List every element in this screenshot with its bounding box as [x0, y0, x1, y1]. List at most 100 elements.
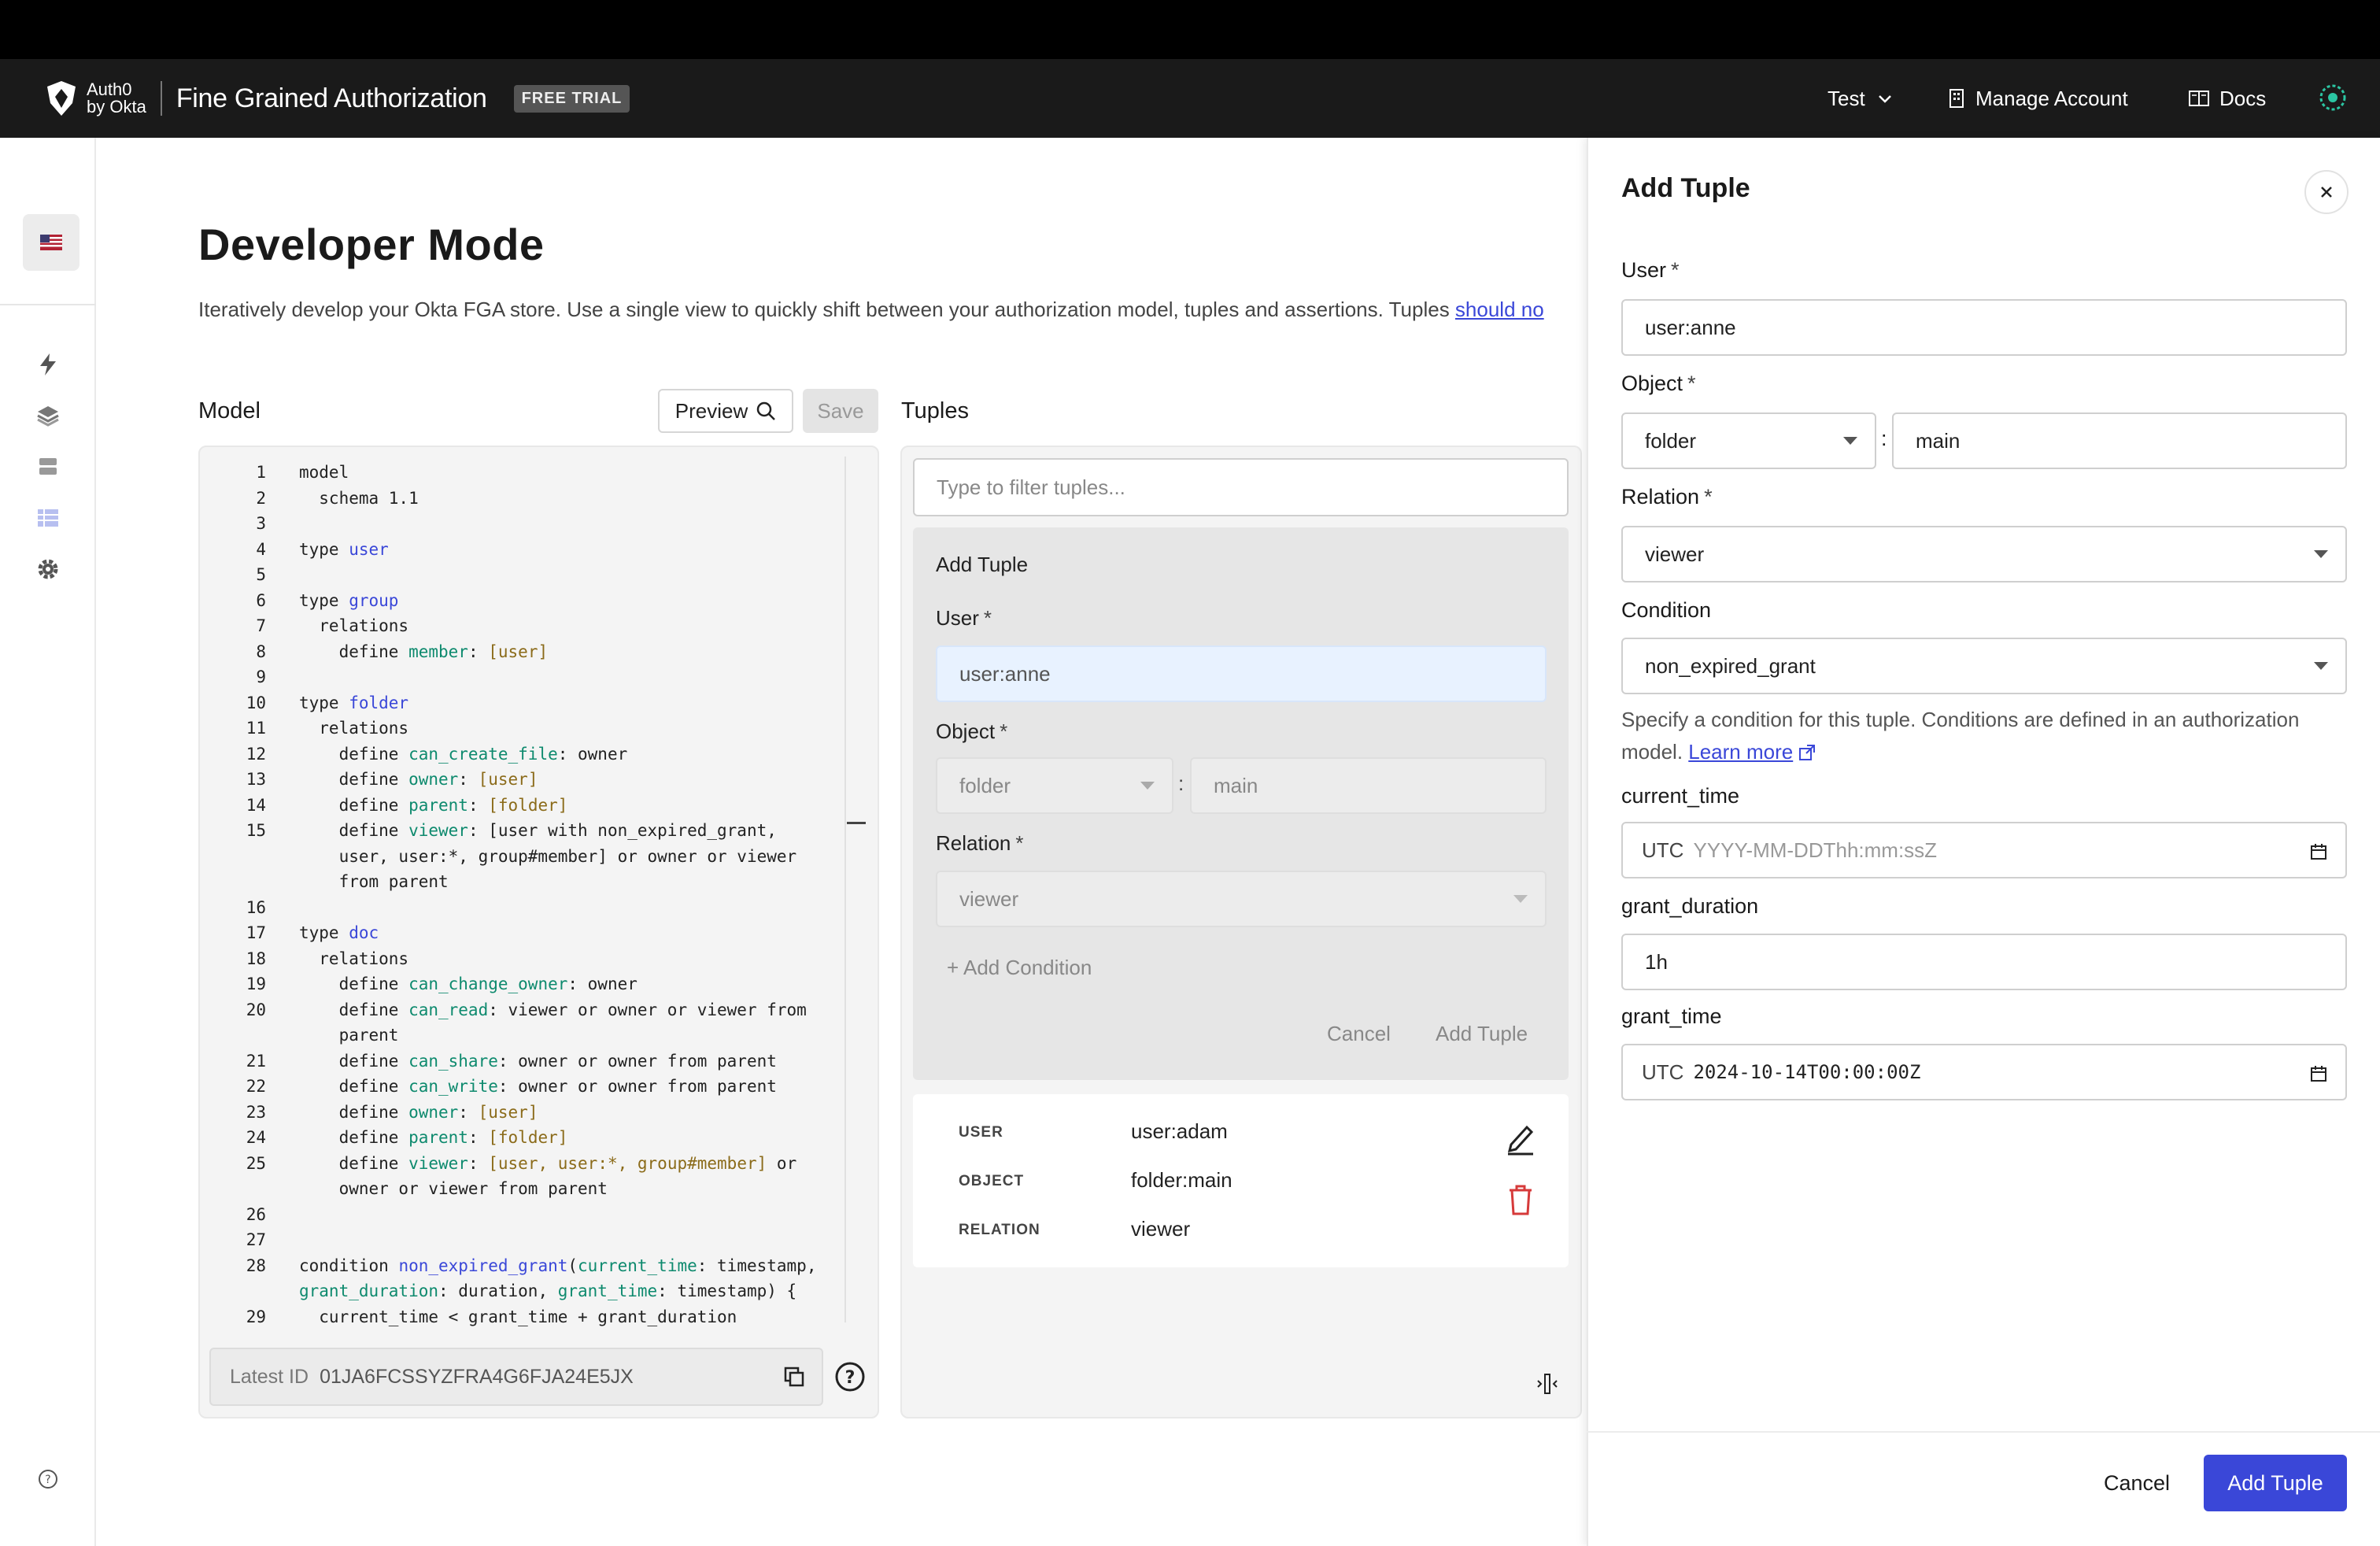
code-line[interactable]: 8 define member: [user] — [200, 639, 861, 664]
code-line[interactable]: 23 define owner: [user] — [200, 1100, 861, 1125]
edit-tuple-button[interactable] — [1505, 1121, 1536, 1160]
code-line[interactable]: 3 — [200, 511, 861, 536]
line-number: 8 — [256, 642, 266, 661]
inline-relation-select[interactable]: viewer — [936, 871, 1547, 927]
caret-down-icon — [1843, 437, 1857, 445]
condition-select[interactable]: non_expired_grant — [1621, 638, 2347, 694]
code-line[interactable]: 7 relations — [200, 613, 861, 638]
copy-id-button[interactable] — [782, 1365, 806, 1393]
drawer-add-tuple-button[interactable]: Add Tuple — [2204, 1455, 2347, 1511]
model-editor[interactable]: 1 model 2 schema 1.1 3 4 type user 5 6 type grou… — [198, 446, 879, 1418]
calendar-icon[interactable] — [2309, 842, 2328, 861]
avatar[interactable] — [2317, 82, 2349, 113]
inline-object-id-input[interactable]: main — [1190, 757, 1547, 814]
line-number: 23 — [246, 1102, 266, 1122]
code-line[interactable]: 18 relations — [200, 946, 861, 971]
save-button[interactable]: Save — [803, 389, 878, 433]
grant-duration-input[interactable]: 1h — [1621, 934, 2347, 990]
model-help-button[interactable]: ? — [834, 1361, 866, 1396]
sidebar-item-quickstart[interactable] — [35, 351, 61, 378]
code-line[interactable]: 4 type user — [200, 537, 861, 562]
delete-tuple-button[interactable] — [1506, 1182, 1535, 1221]
docs-label: Docs — [2219, 86, 2267, 110]
code-line[interactable]: 21 define can_share: owner or owner from… — [200, 1049, 861, 1074]
sidebar-item-settings[interactable] — [35, 556, 61, 583]
object-label: Object * — [1621, 372, 1696, 396]
object-separator: : — [1178, 771, 1184, 795]
code-line[interactable]: 26 — [200, 1202, 861, 1227]
close-drawer-button[interactable] — [2304, 170, 2349, 214]
editor-minimap-marker — [847, 822, 866, 824]
code-line[interactable]: user, user:*, group#member] or owner or … — [200, 844, 861, 869]
code-line[interactable]: 14 define parent: [folder] — [200, 793, 861, 818]
tuple-user-key: USER — [959, 1124, 1003, 1141]
code-line[interactable]: 24 define parent: [folder] — [200, 1125, 861, 1150]
code-line[interactable]: 12 define can_create_file: owner — [200, 742, 861, 767]
inline-relation-value: viewer — [959, 886, 1019, 911]
code-line[interactable]: from parent — [200, 869, 861, 894]
sidebar-item-model[interactable] — [35, 402, 61, 429]
code-line[interactable]: parent — [200, 1023, 861, 1048]
line-code: schema 1.1 — [299, 488, 419, 508]
object-id-input[interactable]: main — [1892, 412, 2347, 469]
line-code: type group — [299, 590, 399, 610]
tenant-selector[interactable]: Test — [1828, 79, 1894, 118]
region-flag-button[interactable] — [23, 214, 79, 271]
relation-select[interactable]: viewer — [1621, 526, 2347, 583]
sidebar-item-developer-mode[interactable] — [35, 505, 61, 531]
inline-user-input[interactable]: user:anne — [936, 645, 1547, 702]
tuple-filter-input[interactable]: Type to filter tuples... — [913, 458, 1569, 516]
code-line[interactable]: 22 define can_write: owner or owner from… — [200, 1074, 861, 1099]
code-line[interactable]: 9 — [200, 664, 861, 690]
subtitle-text: Iteratively develop your Okta FGA store.… — [198, 298, 1455, 321]
current-time-input[interactable]: UTC YYYY-MM-DDThh:mm:ssZ — [1621, 822, 2347, 878]
inline-cancel-button[interactable]: Cancel — [1327, 1022, 1391, 1046]
subtitle-link[interactable]: should no — [1455, 298, 1544, 321]
line-number: 21 — [246, 1051, 266, 1071]
object-type-value: folder — [1645, 428, 1697, 453]
code-line[interactable]: owner or viewer from parent — [200, 1176, 861, 1201]
resize-handle[interactable] — [1535, 1371, 1560, 1400]
code-line[interactable]: 25 define viewer: [user, user:*, group#m… — [200, 1151, 861, 1176]
code-line[interactable]: 16 — [200, 895, 861, 920]
object-type-select[interactable]: folder — [1621, 412, 1876, 469]
code-line[interactable]: 13 define owner: [user] — [200, 767, 861, 792]
code-line[interactable]: 1 model — [200, 460, 861, 485]
inline-object-type-select[interactable]: folder — [936, 757, 1173, 814]
sidebar-item-stores[interactable] — [35, 453, 61, 480]
grant-time-input[interactable]: UTC 2024-10-14T00:00:00Z — [1621, 1044, 2347, 1100]
code-line[interactable]: 10 type folder — [200, 690, 861, 716]
sidebar-help[interactable]: ? — [35, 1466, 61, 1492]
code-line[interactable]: grant_duration: duration, grant_time: ti… — [200, 1278, 861, 1304]
preview-button[interactable]: Preview — [658, 389, 793, 433]
tuples-heading: Tuples — [901, 398, 969, 423]
learn-more-link[interactable]: Learn more — [1688, 740, 1793, 764]
code-line[interactable]: 11 relations — [200, 716, 861, 741]
inline-add-tuple-button[interactable]: Add Tuple — [1436, 1022, 1528, 1046]
code-line[interactable]: 28 condition non_expired_grant(current_ti… — [200, 1253, 861, 1278]
code-line[interactable]: 27 — [200, 1227, 861, 1252]
docs-link[interactable]: Docs — [2188, 79, 2266, 118]
gear-icon — [38, 559, 58, 579]
grant-time-label: grant_time — [1621, 1004, 1722, 1028]
latest-id-value: 01JA6FCSSYZFRA4G6FJA24E5JX — [320, 1365, 634, 1388]
code-line[interactable]: 5 — [200, 562, 861, 587]
user-input[interactable]: user:anne — [1621, 299, 2347, 356]
editor-scrollbar[interactable] — [844, 457, 846, 1322]
code-line[interactable]: 6 type group — [200, 588, 861, 613]
code-line[interactable]: 19 define can_change_owner: owner — [200, 971, 861, 997]
code-line[interactable]: 2 schema 1.1 — [200, 486, 861, 511]
manage-account-link[interactable]: Manage Account — [1947, 79, 2128, 118]
code-line[interactable]: 29 current_time < grant_time + grant_dur… — [200, 1304, 861, 1330]
calendar-icon[interactable] — [2309, 1064, 2328, 1083]
brand[interactable]: Auth0 by Okta Fine Grained Authorization… — [44, 79, 630, 118]
drawer-cancel-button[interactable]: Cancel — [2086, 1455, 2188, 1511]
inline-add-condition-button[interactable]: + Add Condition — [947, 956, 1092, 980]
code-line[interactable]: 17 type doc — [200, 920, 861, 945]
code-line[interactable]: 20 define can_read: viewer or owner or v… — [200, 997, 861, 1023]
code-line[interactable]: 15 define viewer: [user with non_expired… — [200, 818, 861, 843]
current-time-label: current_time — [1621, 784, 1740, 808]
tuple-relation-value: viewer — [1131, 1217, 1191, 1241]
grant-time-prefix: UTC — [1642, 1060, 1684, 1084]
help-circle-icon: ? — [835, 1362, 865, 1392]
